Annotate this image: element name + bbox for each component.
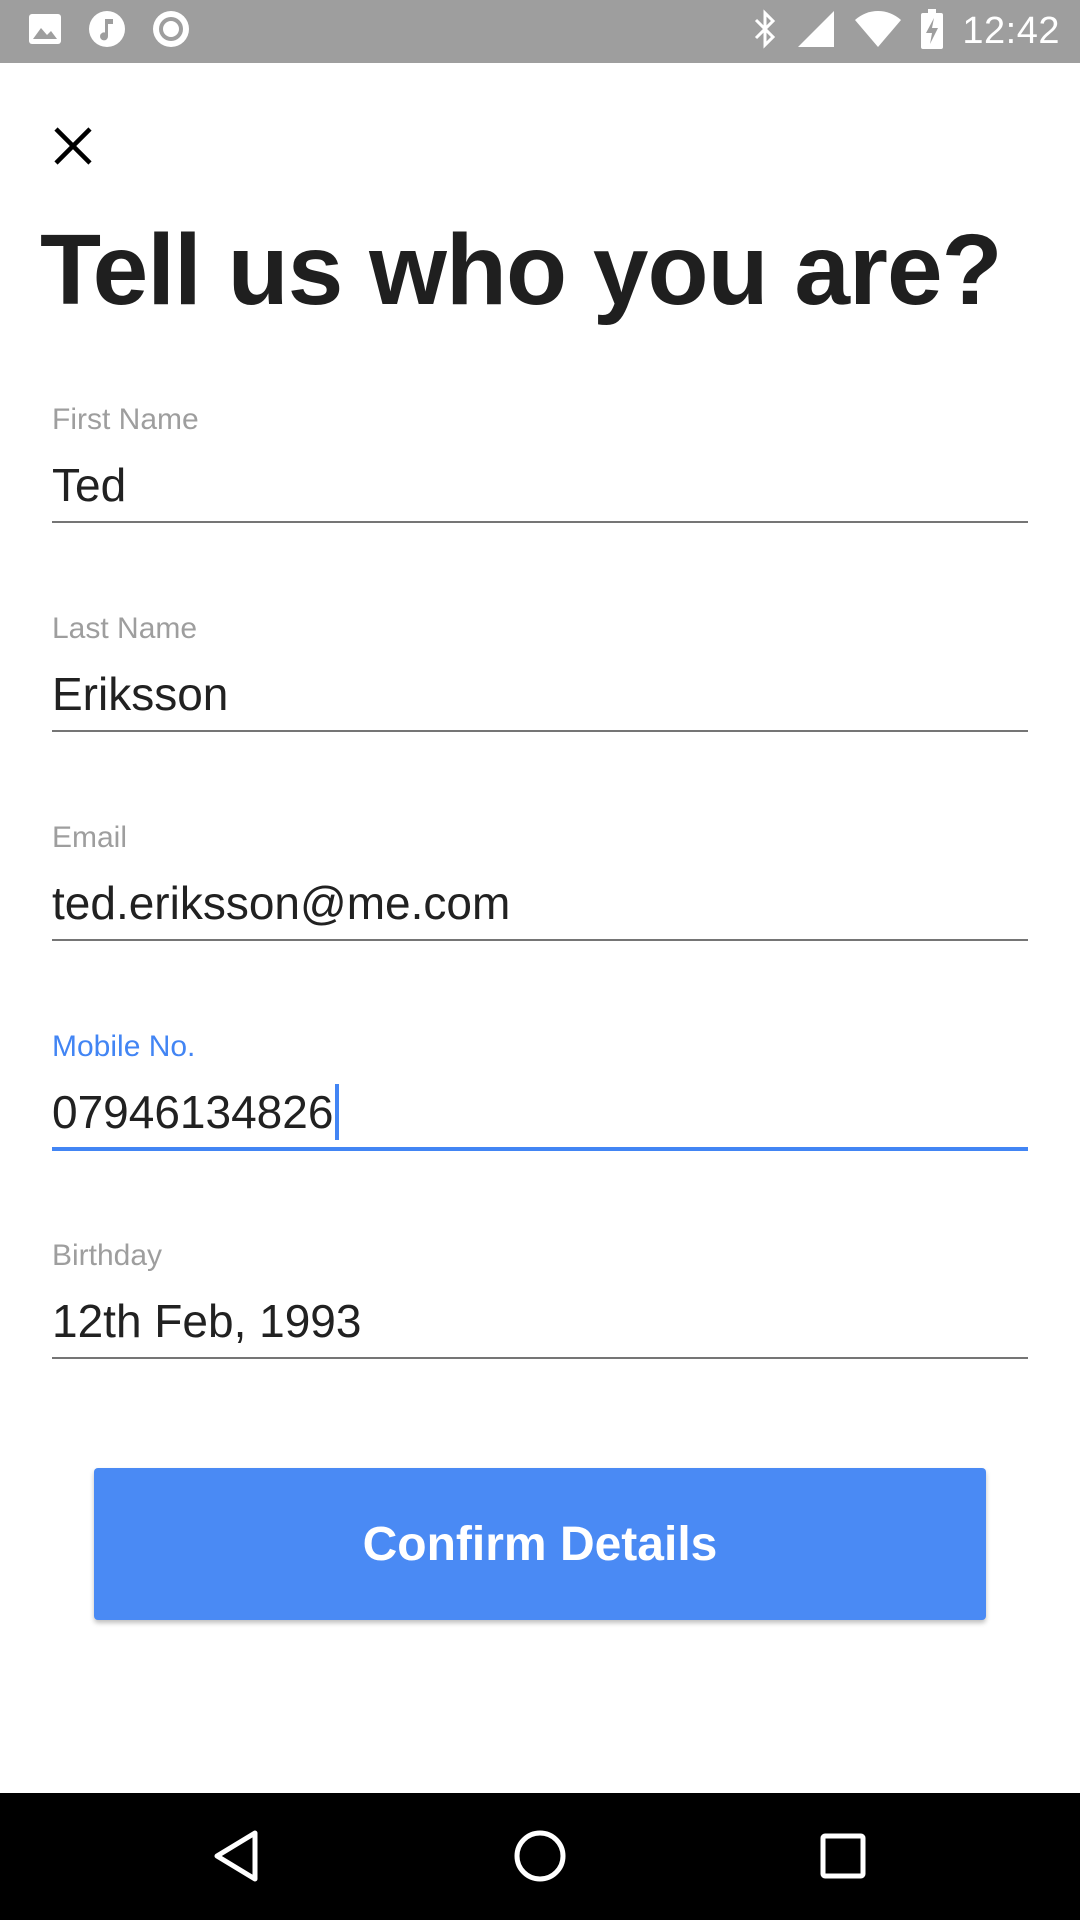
page-title: Tell us who you are? (40, 214, 1003, 326)
mobile-label: Mobile No. (52, 1030, 196, 1063)
birthday-input[interactable]: 12th Feb, 1993 (52, 1289, 1028, 1353)
navigation-bar (0, 1793, 1080, 1920)
email-label: Email (52, 821, 128, 854)
battery-charging-icon (920, 8, 944, 54)
bluetooth-icon (752, 8, 778, 54)
first-name-field[interactable]: First Name Ted (52, 403, 1028, 533)
image-icon (28, 13, 62, 50)
mobile-value: 07946134826 (52, 1086, 334, 1138)
mobile-underline (52, 1147, 1028, 1151)
birthday-underline (52, 1357, 1028, 1359)
last-name-field[interactable]: Last Name Eriksson (52, 612, 1028, 742)
back-button[interactable] (201, 1821, 271, 1891)
record-icon (152, 10, 190, 53)
birthday-field[interactable]: Birthday 12th Feb, 1993 (52, 1239, 1028, 1369)
first-name-underline (52, 521, 1028, 523)
first-name-input[interactable]: Ted (52, 453, 1028, 517)
text-cursor (335, 1084, 340, 1140)
signal-icon (796, 9, 836, 54)
back-icon (214, 1830, 258, 1882)
recents-icon (820, 1833, 866, 1879)
email-input[interactable]: ted.eriksson@me.com (52, 871, 1028, 935)
email-underline (52, 939, 1028, 941)
last-name-underline (52, 730, 1028, 732)
system-icons: 12:42 (752, 8, 1060, 54)
last-name-input[interactable]: Eriksson (52, 662, 1028, 726)
birthday-label: Birthday (52, 1239, 163, 1272)
recents-button[interactable] (808, 1821, 878, 1891)
home-button[interactable] (505, 1821, 575, 1891)
last-name-label: Last Name (52, 612, 198, 645)
status-bar: 12:42 (0, 0, 1080, 63)
music-icon (88, 10, 126, 53)
first-name-label: First Name (52, 403, 199, 436)
close-button[interactable] (40, 113, 106, 179)
mobile-input[interactable]: 07946134826 (52, 1080, 1028, 1144)
wifi-icon (854, 10, 902, 53)
email-field[interactable]: Email ted.eriksson@me.com (52, 821, 1028, 951)
clock: 12:42 (962, 9, 1060, 52)
form-screen: Tell us who you are? First Name Ted Last… (0, 63, 1080, 1793)
home-icon (514, 1830, 566, 1882)
mobile-field[interactable]: Mobile No. 07946134826 (52, 1030, 1028, 1160)
close-icon (54, 127, 92, 165)
notification-icons (28, 10, 190, 50)
confirm-details-button[interactable]: Confirm Details (94, 1468, 986, 1620)
